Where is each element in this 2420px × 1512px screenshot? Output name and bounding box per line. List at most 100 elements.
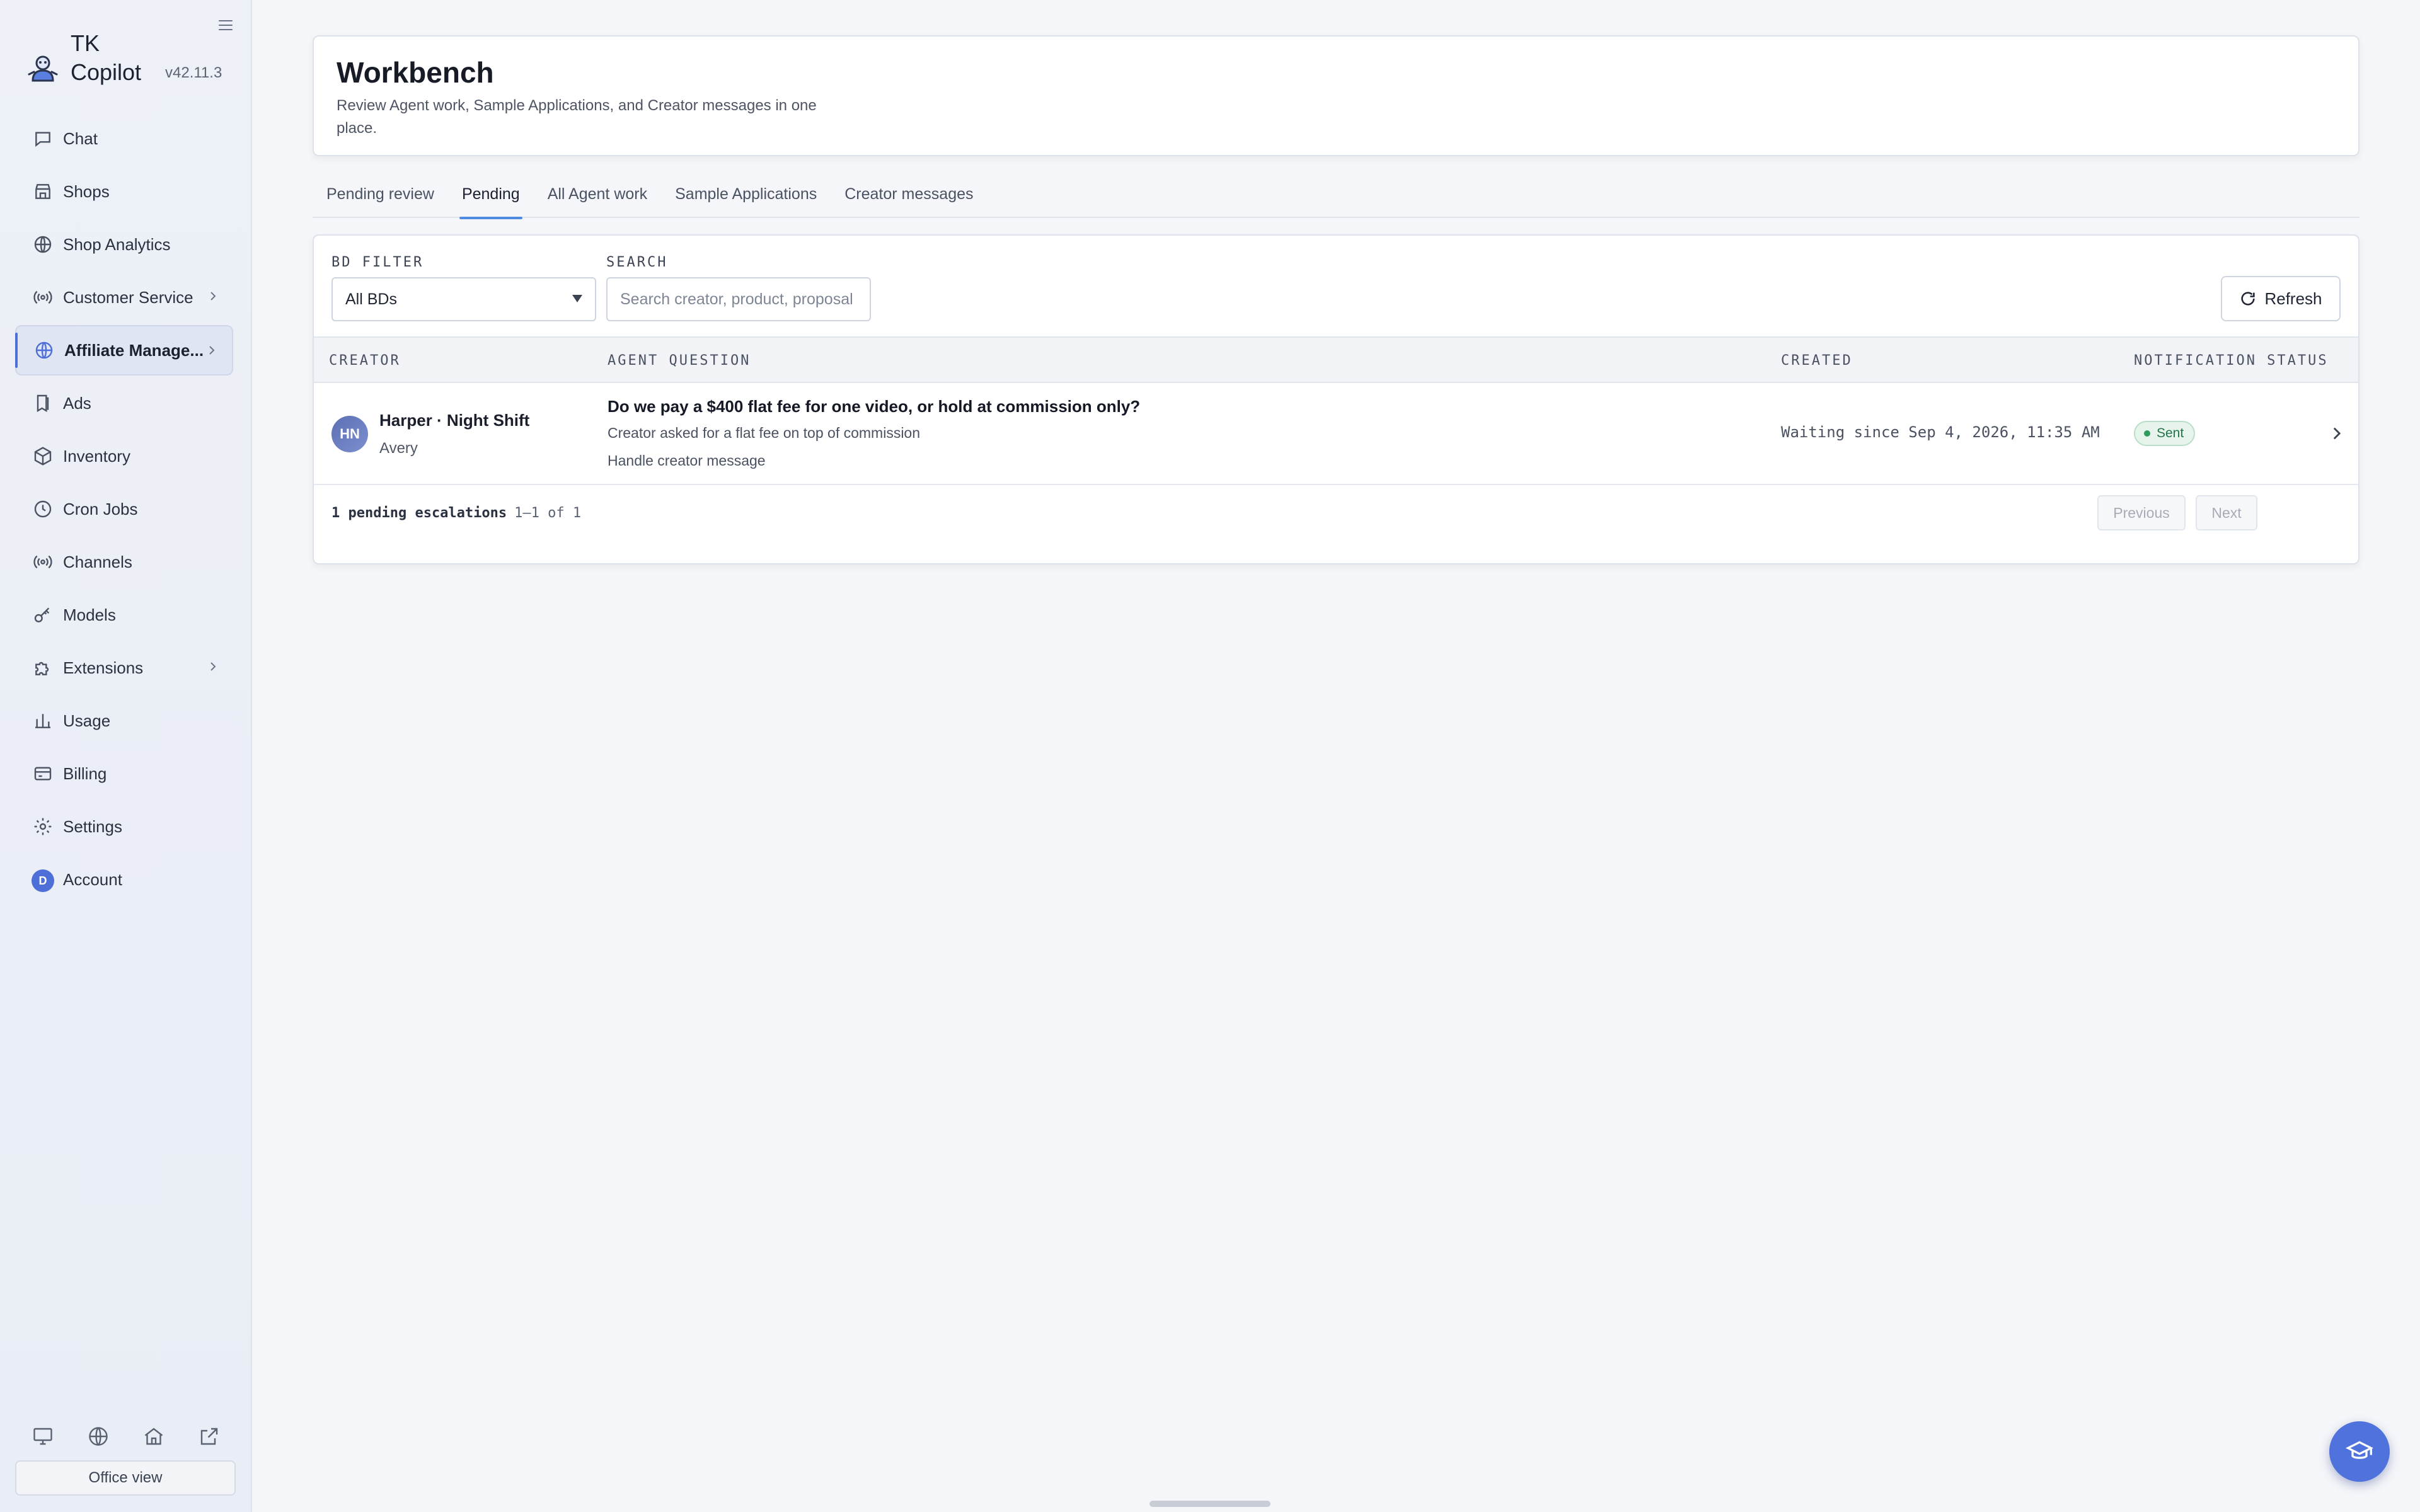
sidebar: TK Copilot v42.11.3 Chat Shops Shop Analy… — [0, 0, 252, 1512]
page-title: Workbench — [337, 56, 494, 89]
agent-question: Do we pay a $400 flat fee for one video,… — [608, 397, 1141, 416]
creator-name: Harper · Night Shift — [379, 411, 530, 430]
account-avatar: D — [32, 869, 54, 892]
sidebar-item-label: Settings — [63, 816, 122, 836]
refresh-icon — [2241, 292, 2256, 306]
sidebar-footer-icons — [25, 1425, 227, 1453]
sidebar-item-cron-jobs[interactable]: Cron Jobs — [15, 484, 233, 534]
bd-filter-select[interactable]: All BDs — [331, 277, 596, 321]
broadcast-icon — [33, 287, 53, 307]
monitor-icon[interactable] — [32, 1425, 54, 1448]
app-name: TK Copilot — [71, 30, 142, 85]
horizontal-scrollbar[interactable] — [1150, 1501, 1270, 1507]
sidebar-item-shops[interactable]: Shops — [15, 166, 233, 217]
question-action: Handle creator message — [608, 452, 766, 469]
pending-count: 1 pending escalations — [331, 505, 507, 521]
key-icon — [33, 605, 53, 625]
sidebar-item-chat[interactable]: Chat — [15, 113, 233, 164]
office-view-button[interactable]: Office view — [15, 1460, 236, 1496]
sidebar-item-label: Customer Service — [63, 287, 193, 307]
store-icon — [33, 181, 53, 202]
sidebar-nav: Chat Shops Shop Analytics Customer Servi… — [15, 113, 233, 907]
clock-icon — [33, 499, 53, 519]
avatar: HN — [331, 416, 368, 452]
column-header-creator: CREATOR — [329, 353, 401, 369]
sidebar-item-billing[interactable]: Billing — [15, 748, 233, 799]
column-header-created: CREATED — [1781, 353, 1853, 369]
status-badge: Sent — [2134, 421, 2196, 446]
pagination-summary: 1 pending escalations 1–1 of 1 — [331, 505, 581, 521]
question-detail: Creator asked for a flat fee on top of c… — [608, 425, 921, 441]
globe-icon — [34, 340, 54, 360]
tab-pending[interactable]: Pending — [448, 170, 534, 219]
table-row[interactable]: HN Harper · Night Shift Avery Do we pay … — [314, 383, 2358, 485]
chevron-right-icon[interactable] — [2328, 425, 2346, 442]
chevron-right-icon — [207, 290, 219, 302]
tab-pending-review[interactable]: Pending review — [313, 170, 448, 218]
sidebar-item-label: Affiliate Manage... — [64, 340, 204, 360]
tab-bar: Pending review Pending All Agent work Sa… — [313, 170, 2360, 219]
page-subtitle: Review Agent work, Sample Applications, … — [337, 97, 817, 137]
sidebar-item-usage[interactable]: Usage — [15, 696, 233, 746]
bd-filter-label: BD FILTER — [331, 255, 424, 270]
sidebar-item-label: Extensions — [63, 658, 144, 677]
book-icon — [33, 393, 53, 413]
sidebar-item-label: Shops — [63, 181, 110, 201]
refresh-button[interactable]: Refresh — [2221, 276, 2341, 321]
sidebar-item-channels[interactable]: Channels — [15, 537, 233, 587]
globe-icon — [33, 234, 53, 255]
main-content: Workbench Review Agent work, Sample Appl… — [252, 0, 2420, 1512]
caret-down-icon — [572, 295, 582, 302]
credit-card-icon — [33, 764, 53, 784]
tab-all-agent-work[interactable]: All Agent work — [534, 170, 661, 218]
sidebar-item-ads[interactable]: Ads — [15, 378, 233, 428]
home-icon[interactable] — [142, 1425, 165, 1448]
sidebar-item-label: Shop Analytics — [63, 234, 171, 254]
sidebar-item-settings[interactable]: Settings — [15, 801, 233, 852]
globe-icon[interactable] — [87, 1425, 110, 1448]
table-header: CREATOR AGENT QUESTION CREATED NOTIFICAT… — [314, 336, 2358, 383]
app-version: v42.11.3 — [165, 64, 222, 81]
next-button[interactable]: Next — [2196, 495, 2257, 530]
chevron-right-icon — [207, 660, 219, 673]
bar-chart-icon — [33, 711, 53, 731]
bd-filter-value: All BDs — [345, 290, 397, 308]
creator-bd: Avery — [379, 440, 418, 457]
sidebar-item-label: Billing — [63, 764, 107, 783]
sidebar-item-label: Ads — [63, 393, 91, 413]
column-header-notification-status: NOTIFICATION STATUS — [2134, 353, 2329, 369]
sidebar-item-inventory[interactable]: Inventory — [15, 431, 233, 481]
brand: TK Copilot v42.11.3 — [25, 29, 227, 92]
box-icon — [33, 446, 53, 466]
sidebar-item-shop-analytics[interactable]: Shop Analytics — [15, 219, 233, 270]
broadcast-icon — [33, 552, 53, 572]
help-button[interactable] — [2329, 1421, 2390, 1482]
sidebar-item-label: Usage — [63, 711, 111, 730]
created-timestamp: Waiting since Sep 4, 2026, 11:35 AM — [1781, 423, 2100, 441]
gear-icon — [33, 816, 53, 837]
chevron-right-icon — [205, 344, 218, 357]
graduation-cap-icon — [2346, 1441, 2373, 1459]
sidebar-item-account[interactable]: D Account — [15, 854, 233, 905]
tab-creator-messages[interactable]: Creator messages — [831, 170, 987, 218]
avatar: D — [32, 869, 54, 892]
sidebar-item-extensions[interactable]: Extensions — [15, 643, 233, 693]
sidebar-item-affiliate-management[interactable]: Affiliate Manage... — [15, 325, 233, 375]
sidebar-item-label: Account — [63, 869, 122, 889]
sidebar-item-models[interactable]: Models — [15, 590, 233, 640]
column-header-agent-question: AGENT QUESTION — [608, 353, 751, 369]
sidebar-item-label: Cron Jobs — [63, 499, 138, 518]
sidebar-item-customer-service[interactable]: Customer Service — [15, 272, 233, 323]
status-dot-icon — [2144, 430, 2150, 437]
tab-sample-applications[interactable]: Sample Applications — [661, 170, 831, 218]
page-header: Workbench Review Agent work, Sample Appl… — [313, 35, 2360, 156]
sidebar-item-label: Inventory — [63, 446, 130, 466]
refresh-label: Refresh — [2264, 289, 2322, 308]
previous-button[interactable]: Previous — [2097, 495, 2186, 530]
escalations-panel: BD FILTER All BDs SEARCH Refresh CREATOR… — [313, 234, 2360, 564]
external-link-icon[interactable] — [198, 1425, 221, 1448]
pagination-range: 1–1 of 1 — [514, 505, 582, 521]
search-input[interactable] — [606, 277, 871, 321]
chat-icon — [33, 129, 53, 149]
status-label: Sent — [2157, 426, 2184, 440]
